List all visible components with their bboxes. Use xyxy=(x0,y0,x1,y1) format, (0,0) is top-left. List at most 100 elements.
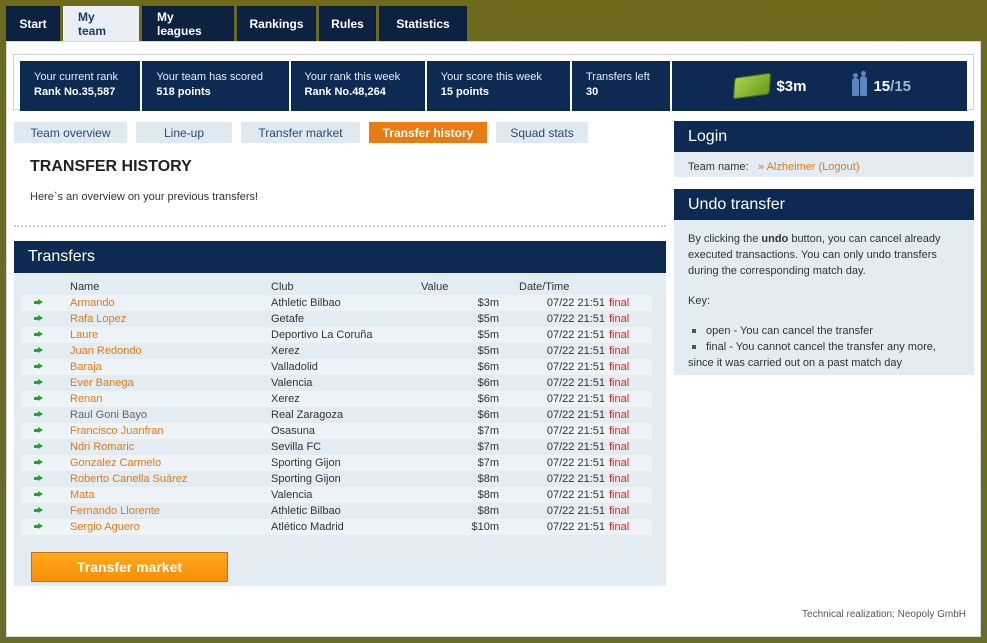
date-cell: 07/22 21:51 xyxy=(499,503,605,519)
login-heading: Login xyxy=(674,121,974,152)
stat-week-rank: Your rank this week Rank No.48,264 xyxy=(290,61,425,111)
player-name-link[interactable]: Armando xyxy=(70,297,115,309)
transfers-heading: Transfers xyxy=(14,241,666,273)
date-cell: 07/22 21:51 xyxy=(499,375,605,391)
value-cell: $7m xyxy=(421,439,499,455)
stat-label: Your current rank xyxy=(34,71,118,83)
value-cell: $5m xyxy=(421,343,499,359)
status-badge: final xyxy=(609,505,630,517)
date-cell: 07/22 21:51 xyxy=(499,455,605,471)
club-cell: Xerez xyxy=(271,343,421,359)
nav-tab-start[interactable]: Start xyxy=(6,6,60,41)
club-cell: Valladolid xyxy=(271,359,421,375)
table-row: Fernando Llorente Athletic Bilbao $8m 07/22… xyxy=(22,503,652,519)
club-cell: Sporting Gijon xyxy=(271,471,421,487)
status-badge: final xyxy=(609,457,630,469)
value-cell: $6m xyxy=(421,407,499,423)
column-header-club: Club xyxy=(271,281,294,293)
arrow-right-icon xyxy=(34,459,43,466)
nav-tab-rules[interactable]: Rules xyxy=(319,6,376,41)
player-name-link[interactable]: Ever Banega xyxy=(70,377,134,389)
arrow-right-icon xyxy=(34,523,43,530)
player-name-link[interactable]: Raul Goni Bayo xyxy=(70,409,147,421)
value-cell: $5m xyxy=(421,327,499,343)
stat-value: 15 points xyxy=(440,86,490,98)
status-badge: final xyxy=(609,473,630,485)
player-name-link[interactable]: Laure xyxy=(70,329,98,341)
transfer-market-button[interactable]: Transfer market xyxy=(31,552,228,582)
divider xyxy=(14,225,666,227)
stat-label: Your score this week xyxy=(440,71,542,83)
player-name-link[interactable]: Francisco Juanfran xyxy=(70,425,164,437)
stat-label: Your team has scored xyxy=(156,71,263,83)
player-name-link[interactable]: Gonzalez Carmelo xyxy=(70,457,161,469)
column-header-name: Name xyxy=(70,281,100,293)
value-cell: $7m xyxy=(421,423,499,439)
player-name-link[interactable]: Fernando Llorente xyxy=(70,505,160,517)
squad-count: 15 xyxy=(873,77,891,95)
table-row: Gonzalez Carmelo Sporting Gijon $7m 07/22 2… xyxy=(22,455,652,471)
arrow-right-icon xyxy=(34,475,43,482)
club-cell: Osasuna xyxy=(271,423,421,439)
status-badge: final xyxy=(609,377,630,389)
status-badge: final xyxy=(609,329,630,341)
status-badge: final xyxy=(609,521,630,533)
player-name-link[interactable]: Rafa Lopez xyxy=(70,313,126,325)
club-cell: Xerez xyxy=(271,391,421,407)
club-cell: Sevilla FC xyxy=(271,439,421,455)
page-content: Your current rank Rank No.35,587 Your te… xyxy=(6,41,981,637)
subtab-transfer-market[interactable]: Transfer market xyxy=(241,122,360,143)
subtab-bar: Team overview Line-up Transfer market Tr… xyxy=(14,122,588,143)
club-cell: Valencia xyxy=(271,487,421,503)
arrow-right-icon xyxy=(34,395,43,402)
subtab-transfer-history[interactable]: Transfer history xyxy=(369,122,487,143)
arrow-right-icon xyxy=(34,491,43,498)
player-name-link[interactable]: Sergio Aguero xyxy=(70,521,140,533)
player-name-link[interactable]: Mata xyxy=(70,489,94,501)
page-intro: Here`s an overview on your previous tran… xyxy=(30,191,259,203)
table-row: Ndri Romaric Sevilla FC $7m 07/22 21:51 fina… xyxy=(22,439,652,455)
squad-total: /15 xyxy=(890,77,912,95)
team-name-label: Team name: xyxy=(688,161,749,173)
status-badge: final xyxy=(609,345,630,357)
subtab-squad-stats[interactable]: Squad stats xyxy=(496,122,588,143)
subtab-team-overview[interactable]: Team overview xyxy=(14,122,127,143)
date-cell: 07/22 21:51 xyxy=(499,471,605,487)
value-cell: $8m xyxy=(421,503,499,519)
nav-tab-statistics[interactable]: Statistics xyxy=(379,6,467,41)
status-badge: final xyxy=(609,393,630,405)
value-cell: $8m xyxy=(421,471,499,487)
player-name-link[interactable]: Ndri Romaric xyxy=(70,441,134,453)
date-cell: 07/22 21:51 xyxy=(499,327,605,343)
value-cell: $8m xyxy=(421,487,499,503)
stat-team-score: Your team has scored 518 points xyxy=(142,61,289,111)
footer-credit: Technical realization: Neopoly GmbH xyxy=(802,609,966,620)
arrow-right-icon xyxy=(34,411,43,418)
table-row: Baraja Valladolid $6m 07/22 21:51 final xyxy=(22,359,652,375)
budget-squad-box: $3m 15/15 xyxy=(672,61,967,111)
player-name-link[interactable]: Renan xyxy=(70,393,102,405)
arrow-right-icon xyxy=(34,507,43,514)
player-name-link[interactable]: Baraja xyxy=(70,361,102,373)
undo-description: By clicking the undo button, you can can… xyxy=(688,233,941,277)
arrow-right-icon xyxy=(34,347,43,354)
arrow-right-icon xyxy=(34,315,43,322)
nav-tab-rankings[interactable]: Rankings xyxy=(237,6,316,41)
money-stack-icon xyxy=(733,72,772,100)
top-navigation: Start My team My leagues Rankings Rules … xyxy=(6,6,467,42)
subtab-line-up[interactable]: Line-up xyxy=(136,122,232,143)
table-row: Mata Valencia $8m 07/22 21:51 final xyxy=(22,487,652,503)
login-panel: Login Team name: » Alzheimer (Logout) xyxy=(674,121,974,177)
nav-tab-my-team[interactable]: My team xyxy=(63,6,139,42)
stat-week-score: Your score this week 15 points xyxy=(426,61,570,111)
status-badge: final xyxy=(609,425,630,437)
club-cell: Athletic Bilbao xyxy=(271,503,421,519)
nav-tab-my-leagues[interactable]: My leagues xyxy=(142,6,234,41)
table-row: Sergio Aguero Atlético Madrid $10m 07/22 21… xyxy=(22,519,652,535)
undo-heading: Undo transfer xyxy=(674,189,974,220)
arrow-right-icon xyxy=(34,427,43,434)
player-name-link[interactable]: Roberto Canella Suárez xyxy=(70,473,187,485)
logout-link[interactable]: » Alzheimer (Logout) xyxy=(758,161,860,173)
key-item-open: open - You can cancel the transfer xyxy=(688,323,960,339)
player-name-link[interactable]: Juan Redondo xyxy=(70,345,142,357)
